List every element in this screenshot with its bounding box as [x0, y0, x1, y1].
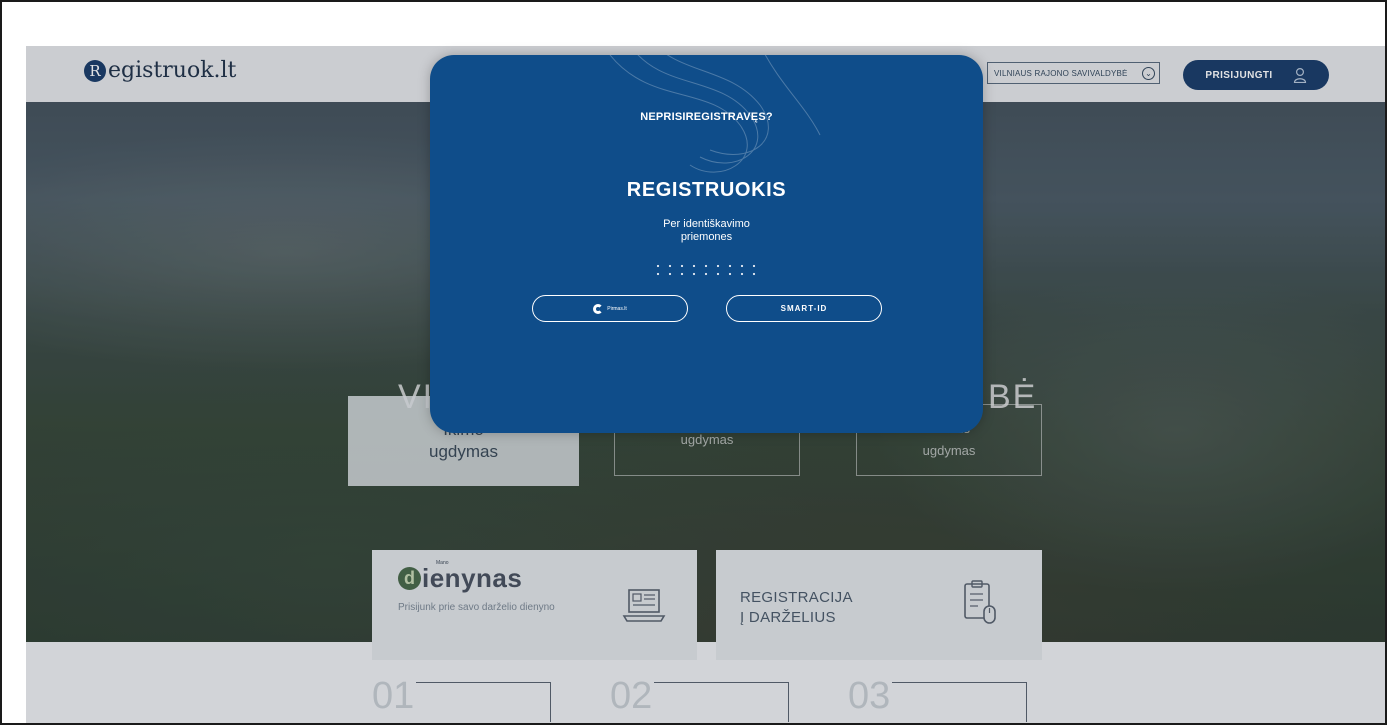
modal-subtitle-line1: Per identiškavimo: [663, 218, 750, 230]
modal-kicker: NEPRISIREGISTRAVĘS?: [640, 111, 773, 123]
dotted-divider: [652, 262, 762, 278]
modal-subtitle: Per identiškavimo priemones: [430, 218, 983, 244]
contour-decoration: [609, 55, 821, 173]
provider-logo-icon: [593, 303, 604, 314]
registration-modal: NEPRISIREGISTRAVĘS? REGISTRUOKIS Per ide…: [430, 55, 983, 433]
modal-subtitle-line2: priemones: [680, 231, 733, 243]
smart-id-label: SMART-ID: [780, 304, 828, 313]
smart-id-button[interactable]: SMART-ID: [726, 295, 882, 322]
modal-title: REGISTRUOKIS: [626, 179, 787, 201]
identity-provider-button[interactable]: Pirmas.lt: [532, 295, 688, 322]
browser-viewport: VI BĖ Ikimo ugdymas ugdymas ...nalus ugd…: [0, 0, 1387, 725]
provider-label: Pirmas.lt: [607, 305, 627, 312]
